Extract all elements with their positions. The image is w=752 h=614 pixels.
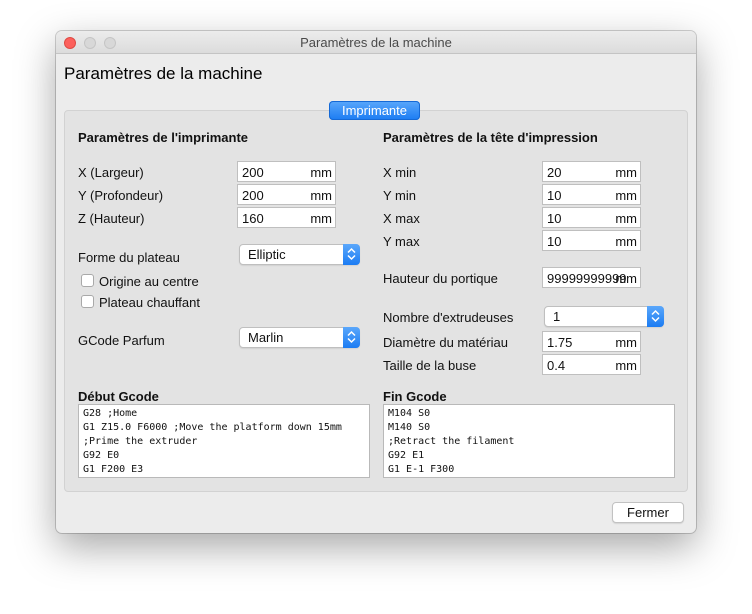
extruder-count-value: 1	[553, 309, 561, 324]
y-min-label: Y min	[383, 188, 416, 203]
x-max-field[interactable]: 10 mm	[542, 207, 641, 228]
x-width-unit: mm	[310, 165, 332, 180]
gcode-flavor-value: Marlin	[248, 330, 284, 345]
printhead-section-title: Paramètres de la tête d'impression	[383, 130, 598, 145]
bed-shape-value: Elliptic	[248, 247, 286, 262]
x-max-unit: mm	[615, 211, 637, 226]
dialog-title: Paramètres de la machine	[64, 64, 263, 83]
printer-section-title: Paramètres de l'imprimante	[78, 130, 248, 145]
machine-settings-window: Paramètres de la machine Paramètres de l…	[56, 31, 696, 533]
tab-printer[interactable]: Imprimante	[329, 101, 420, 120]
material-diameter-value: 1.75	[547, 335, 573, 350]
nozzle-size-field[interactable]: 0.4 mm	[542, 354, 641, 375]
extruder-count-label: Nombre d'extrudeuses	[383, 310, 514, 325]
bed-shape-label: Forme du plateau	[78, 250, 180, 265]
z-height-unit: mm	[310, 211, 332, 226]
gcode-flavor-label: GCode Parfum	[78, 333, 165, 348]
x-min-field[interactable]: 20 mm	[542, 161, 641, 182]
y-max-unit: mm	[615, 234, 637, 249]
y-max-value: 10	[547, 234, 562, 249]
start-gcode-label: Début Gcode	[78, 389, 159, 404]
x-min-value: 20	[547, 165, 562, 180]
gcode-flavor-select[interactable]: Marlin	[239, 327, 360, 348]
material-diameter-field[interactable]: 1.75 mm	[542, 331, 641, 352]
y-min-unit: mm	[615, 188, 637, 203]
end-gcode-label: Fin Gcode	[383, 389, 447, 404]
y-max-label: Y max	[383, 234, 420, 249]
origin-center-label: Origine au centre	[99, 274, 199, 289]
gcode-flavor-stepper-icon	[343, 327, 360, 348]
x-max-value: 10	[547, 211, 562, 226]
y-min-field[interactable]: 10 mm	[542, 184, 641, 205]
y-min-value: 10	[547, 188, 562, 203]
x-width-label: X (Largeur)	[78, 165, 144, 180]
y-depth-value: 200	[242, 188, 264, 203]
y-depth-label: Y (Profondeur)	[78, 188, 164, 203]
start-gcode-textarea[interactable]: G28 ;Home G1 Z15.0 F6000 ;Move the platf…	[78, 404, 370, 478]
x-width-value: 200	[242, 165, 264, 180]
material-diameter-unit: mm	[615, 335, 637, 350]
material-diameter-label: Diamètre du matériau	[383, 335, 508, 350]
z-height-field[interactable]: 160 mm	[237, 207, 336, 228]
gantry-height-unit: mm	[615, 271, 637, 286]
heated-bed-label: Plateau chauffant	[99, 295, 200, 310]
origin-center-checkbox[interactable]	[81, 274, 94, 287]
heated-bed-checkbox[interactable]	[81, 295, 94, 308]
x-min-unit: mm	[615, 165, 637, 180]
y-depth-field[interactable]: 200 mm	[237, 184, 336, 205]
z-height-value: 160	[242, 211, 264, 226]
window-title: Paramètres de la machine	[300, 35, 452, 50]
gantry-height-field[interactable]: 99999999999 mm	[542, 267, 641, 288]
bed-shape-stepper-icon	[343, 244, 360, 265]
extruder-count-stepper-icon	[647, 306, 664, 327]
end-gcode-textarea[interactable]: M104 S0 M140 S0 ;Retract the filament G9…	[383, 404, 675, 478]
y-depth-unit: mm	[310, 188, 332, 203]
x-max-label: X max	[383, 211, 420, 226]
title-bar: Paramètres de la machine	[56, 31, 696, 54]
bed-shape-select[interactable]: Elliptic	[239, 244, 360, 265]
extruder-count-select[interactable]: 1	[544, 306, 664, 327]
x-min-label: X min	[383, 165, 417, 180]
y-max-field[interactable]: 10 mm	[542, 230, 641, 251]
gantry-height-label: Hauteur du portique	[383, 271, 498, 286]
close-button[interactable]: Fermer	[612, 502, 684, 523]
nozzle-size-value: 0.4	[547, 358, 566, 373]
z-height-label: Z (Hauteur)	[78, 211, 145, 226]
nozzle-size-label: Taille de la buse	[383, 358, 477, 373]
nozzle-size-unit: mm	[615, 358, 637, 373]
x-width-field[interactable]: 200 mm	[237, 161, 336, 182]
